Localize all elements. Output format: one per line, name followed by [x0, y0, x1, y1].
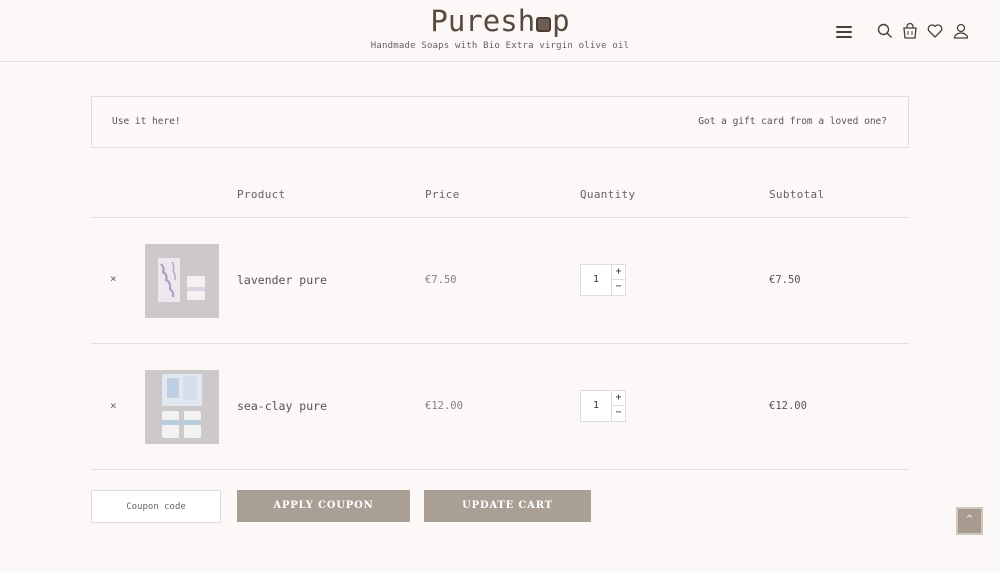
- update-cart-button[interactable]: UPDATE CART: [424, 490, 591, 522]
- coupon-code-input[interactable]: [91, 490, 221, 523]
- gift-card-link[interactable]: Use it here!: [112, 116, 181, 127]
- product-price: €12.00: [425, 400, 463, 412]
- heart-icon[interactable]: [926, 22, 944, 40]
- product-thumbnail[interactable]: [145, 244, 219, 318]
- column-header-product: Product: [237, 188, 286, 201]
- remove-item-button[interactable]: ×: [110, 272, 117, 285]
- quantity-stepper[interactable]: 1 + −: [580, 390, 626, 422]
- logo-text-middle: h: [517, 4, 536, 38]
- quantity-increase-button[interactable]: +: [611, 391, 625, 406]
- column-header-price: Price: [425, 188, 460, 201]
- line-subtotal: €12.00: [769, 400, 807, 412]
- quantity-decrease-button[interactable]: −: [611, 406, 625, 421]
- menu-icon[interactable]: [836, 26, 852, 38]
- quantity-input[interactable]: 1: [581, 265, 611, 295]
- product-name[interactable]: sea-clay pure: [237, 399, 327, 413]
- gift-card-notice: Use it here! Got a gift card from a love…: [91, 96, 909, 148]
- site-header: Puresh p Handmade Soaps with Bio Extra vi…: [0, 0, 1000, 62]
- line-subtotal: €7.50: [769, 274, 801, 286]
- cart-icon[interactable]: [901, 22, 919, 40]
- product-price: €7.50: [425, 274, 457, 286]
- gift-card-prompt: Got a gift card from a loved one?: [698, 116, 887, 127]
- product-name[interactable]: lavender pure: [237, 273, 327, 287]
- remove-item-button[interactable]: ×: [110, 399, 117, 412]
- scroll-to-top-button[interactable]: ^: [956, 507, 983, 535]
- logo-text-end: p: [552, 4, 570, 38]
- soap-icon: [536, 17, 552, 32]
- search-icon[interactable]: [876, 22, 894, 40]
- product-thumbnail[interactable]: [145, 370, 219, 444]
- logo-text-start: Pures: [430, 4, 518, 38]
- divider: [91, 469, 909, 470]
- chevron-up-icon: ^: [966, 514, 973, 525]
- quantity-decrease-button[interactable]: −: [611, 280, 625, 295]
- divider: [91, 217, 909, 218]
- divider: [91, 343, 909, 344]
- apply-coupon-button[interactable]: APPLY COUPON: [237, 490, 410, 522]
- column-header-subtotal: Subtotal: [769, 188, 825, 201]
- user-icon[interactable]: [952, 22, 970, 40]
- tagline: Handmade Soaps with Bio Extra virgin oli…: [370, 41, 630, 51]
- quantity-input[interactable]: 1: [581, 391, 611, 421]
- quantity-increase-button[interactable]: +: [611, 265, 625, 280]
- column-header-quantity: Quantity: [580, 188, 636, 201]
- quantity-stepper[interactable]: 1 + −: [580, 264, 626, 296]
